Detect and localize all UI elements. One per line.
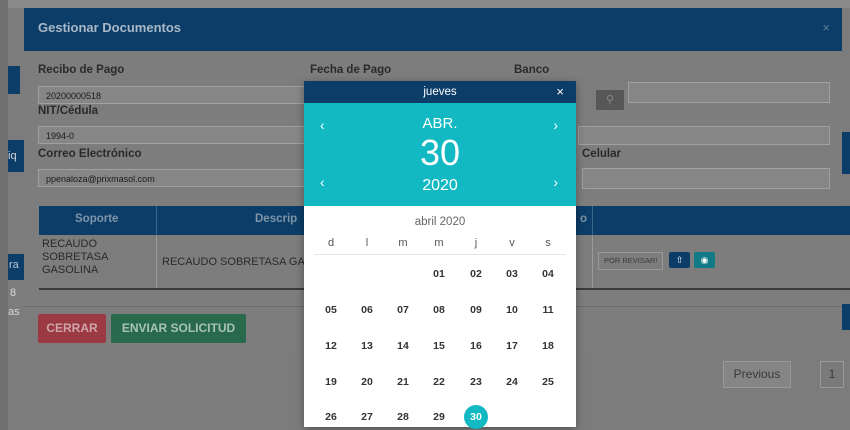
calendar-day[interactable]: 12 (317, 334, 345, 358)
calendar-day[interactable]: 27 (353, 405, 381, 429)
calendar-day[interactable]: 04 (534, 262, 562, 286)
calendar-day[interactable]: 10 (498, 298, 526, 322)
correo-input[interactable]: ppenaloza@prixmasol.com (38, 169, 318, 187)
pager-previous-button[interactable]: Previous (723, 361, 791, 388)
calendar-day[interactable]: 13 (353, 334, 381, 358)
background-label: iq (8, 150, 17, 162)
cell-soporte: RECAUDO SOBRETASA GASOLINA (42, 238, 108, 276)
eye-icon[interactable]: ◉ (694, 252, 715, 268)
correo-label: Correo Electrónico (38, 148, 142, 160)
calendar-day[interactable]: 09 (462, 298, 490, 322)
calendar-day[interactable]: 05 (317, 298, 345, 322)
cell-descripcion: RECAUDO SOBRETASA GA (162, 256, 305, 268)
background-left-button (8, 66, 20, 94)
background-label: ra (9, 259, 19, 271)
calendar-weekday-header: v (509, 237, 515, 249)
header-estado: o (580, 213, 588, 225)
calendar-day[interactable]: 01 (425, 262, 453, 286)
next-month-icon[interactable]: › (553, 117, 558, 133)
calendar-weekday-header: m (398, 237, 408, 249)
celular-label: Celular (582, 148, 621, 160)
calendar-day[interactable]: 06 (353, 298, 381, 322)
background-top-strip (8, 0, 850, 8)
datepicker-weekday: jueves (423, 86, 457, 98)
celular-input[interactable] (582, 168, 830, 189)
cerrar-button[interactable]: CERRAR (38, 314, 106, 343)
calendar-weekday-header: j (474, 237, 478, 249)
recibo-label: Recibo de Pago (38, 64, 125, 76)
header-divider (156, 206, 157, 235)
calendar-day[interactable]: 25 (534, 370, 562, 394)
calendar-day[interactable]: 19 (317, 370, 345, 394)
calendar-day[interactable]: 23 (462, 370, 490, 394)
calendar-weekday-header: l (365, 237, 369, 249)
datepicker-year: 2020 (422, 177, 458, 194)
row-divider (592, 236, 593, 288)
calendar-weekday-header: s (545, 237, 551, 249)
calendar-day[interactable]: 17 (498, 334, 526, 358)
search-icon[interactable]: ⚲ (596, 90, 624, 110)
enviar-solicitud-button[interactable]: ENVIAR SOLICITUD (111, 314, 246, 343)
modal-title: Gestionar Documentos (38, 20, 182, 35)
background-label: 8 (10, 287, 17, 299)
calendar-day[interactable]: 11 (534, 298, 562, 322)
calendar-divider (314, 254, 566, 255)
upload-icon[interactable]: ⇧ (669, 252, 690, 268)
next-year-icon[interactable]: › (553, 174, 558, 190)
nit-label: NIT/Cédula (38, 105, 99, 117)
calendar-day[interactable]: 18 (534, 334, 562, 358)
datepicker: jueves × ‹ ABR. › 30 ‹ 2020 › abril 2020… (304, 81, 576, 429)
recibo-input[interactable]: 20200000518 (38, 86, 318, 104)
calendar-weekday-header: m (434, 237, 444, 249)
banco-input[interactable] (628, 82, 830, 103)
datepicker-month: ABR. (422, 115, 458, 132)
pager-page-button[interactable]: 1 (820, 361, 844, 388)
calendar-day[interactable]: 20 (353, 370, 381, 394)
calendar-day-selected[interactable]: 30 (464, 405, 488, 429)
calendar-day[interactable]: 15 (425, 334, 453, 358)
background-label: as (8, 306, 20, 318)
calendar-day[interactable]: 14 (389, 334, 417, 358)
secondary-input[interactable] (578, 126, 830, 145)
row-divider (156, 236, 157, 288)
calendar-day[interactable]: 07 (389, 298, 417, 322)
calendar-title: abril 2020 (414, 216, 466, 228)
header-divider (592, 206, 593, 235)
datepicker-calendar: abril 2020 d l m m j v s 01 02 03 04 05 06 07 08 09 10 11… (304, 206, 576, 429)
calendar-day[interactable]: 21 (389, 370, 417, 394)
calendar-day[interactable]: 26 (317, 405, 345, 429)
modal-close-icon[interactable]: × (822, 20, 830, 35)
header-descripcion: Descrip (255, 213, 298, 225)
banco-label: Banco (514, 64, 550, 76)
calendar-day[interactable]: 28 (389, 405, 417, 429)
datepicker-header: jueves × (304, 81, 576, 103)
datepicker-summary: ‹ ABR. › 30 ‹ 2020 › (304, 103, 576, 206)
calendar-day[interactable]: 02 (462, 262, 490, 286)
calendar-day[interactable]: 29 (425, 405, 453, 429)
fecha-pago-label: Fecha de Pago (310, 64, 392, 76)
calendar-day[interactable]: 16 (462, 334, 490, 358)
calendar-weekday-header: d (327, 237, 335, 249)
status-badge: POR REVISAR! (598, 252, 664, 270)
calendar-day[interactable]: 22 (425, 370, 453, 394)
modal-header: Gestionar Documentos × (24, 8, 842, 51)
datepicker-day: 30 (419, 132, 461, 173)
header-soporte: Soporte (75, 213, 119, 225)
calendar-day[interactable]: 08 (425, 298, 453, 322)
calendar-day[interactable]: 24 (498, 370, 526, 394)
nit-input[interactable]: 1994-0 (38, 126, 318, 144)
datepicker-close-icon[interactable]: × (556, 81, 564, 103)
calendar-day[interactable]: 03 (498, 262, 526, 286)
